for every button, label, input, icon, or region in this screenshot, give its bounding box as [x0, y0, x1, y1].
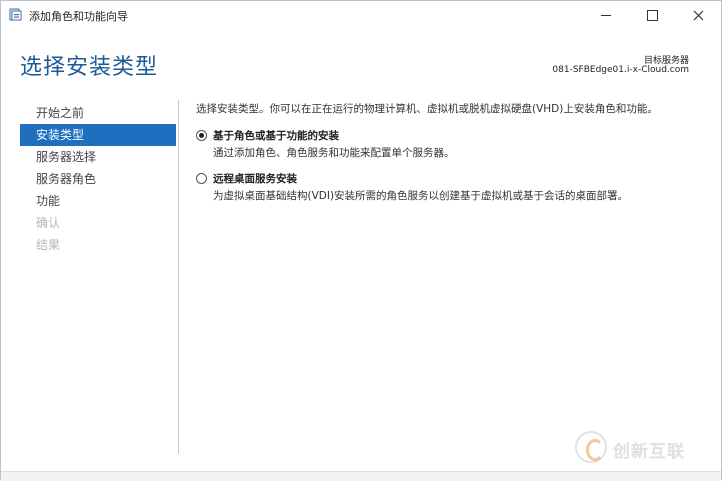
role-based-description: 通过添加角色、角色服务和功能来配置单个服务器。	[213, 147, 455, 159]
remote-desktop-description: 为虚拟桌面基础结构(VDI)安装所需的角色服务以创建基于虚拟机或基于会话的桌面部…	[213, 190, 629, 202]
close-button[interactable]	[675, 1, 721, 29]
remote-desktop-radio[interactable]	[196, 173, 207, 184]
maximize-button[interactable]	[629, 1, 675, 29]
nav-divider	[178, 100, 179, 454]
nav-item-installation-type[interactable]: 安装类型	[20, 124, 176, 146]
nav-item-confirmation: 确认	[36, 216, 61, 230]
main-content: 选择安装类型。你可以在正在运行的物理计算机、虚拟机或脱机虚拟硬盘(VHD)上安装…	[196, 101, 706, 202]
maximize-icon	[646, 9, 658, 21]
wizard-steps-nav: 开始之前 安装类型 服务器选择 服务器角色 功能 确认 结果	[20, 102, 176, 256]
window-title: 添加角色和功能向导	[29, 10, 128, 23]
title-bar[interactable]: 添加角色和功能向导	[1, 1, 721, 29]
remote-desktop-title[interactable]: 远程桌面服务安装	[213, 171, 297, 186]
nav-item-before-you-begin[interactable]: 开始之前	[20, 102, 176, 124]
nav-item-server-selection[interactable]: 服务器选择	[20, 146, 176, 168]
nav-item-features[interactable]: 功能	[20, 190, 176, 212]
page-title: 选择安装类型	[20, 55, 159, 80]
nav-item-results: 结果	[36, 238, 61, 252]
watermark-icon	[575, 431, 607, 463]
close-icon	[693, 10, 703, 20]
nav-item-server-roles[interactable]: 服务器角色	[20, 168, 176, 190]
role-based-title[interactable]: 基于角色或基于功能的安装	[213, 128, 339, 143]
server-manager-icon	[9, 8, 22, 21]
target-server-name: 081-SFBEdge01.i-x-Cloud.com	[552, 65, 689, 75]
watermark-text: 创新互联	[613, 442, 685, 462]
wizard-window: 添加角色和功能向导 选择安装类型 目标服务器 081-SFBEdge01.i-x…	[0, 0, 722, 481]
page-description: 选择安装类型。你可以在正在运行的物理计算机、虚拟机或脱机虚拟硬盘(VHD)上安装…	[196, 103, 658, 115]
role-based-radio[interactable]	[196, 130, 207, 141]
minimize-button[interactable]	[583, 1, 629, 29]
watermark-logo: 创新互联	[575, 431, 715, 465]
minimize-icon	[601, 14, 611, 16]
